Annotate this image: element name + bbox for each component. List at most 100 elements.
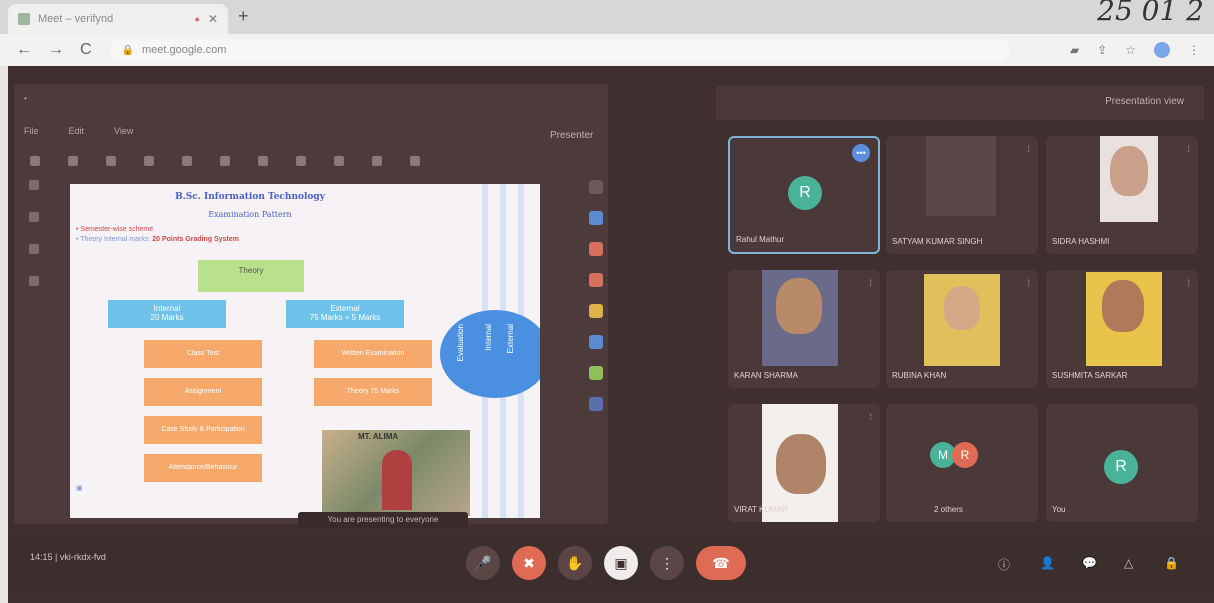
calendar-icon[interactable] (589, 180, 603, 194)
slide-thumb[interactable] (29, 244, 39, 254)
participant-name: SIDRA HASHMI (1052, 237, 1110, 246)
share-icon[interactable]: ⇪ (1097, 43, 1107, 57)
presentation-toolbar (24, 150, 584, 172)
menu-item[interactable]: View (114, 126, 133, 136)
presentation-menu: File Edit View (24, 126, 133, 136)
slide-bullet: • Theory Internal marks: 20 Points Gradi… (76, 236, 239, 243)
slide-vertical-label: Evaluation (456, 324, 465, 362)
slide-title: B.Sc. Information Technology (175, 192, 325, 202)
camera-permission-icon[interactable]: ▰ (1070, 43, 1079, 57)
addon-icon[interactable] (589, 397, 603, 411)
paint-icon[interactable] (144, 156, 154, 166)
zoom-icon[interactable] (182, 156, 192, 166)
slide-vertical-label: Internal (484, 324, 493, 351)
participant-tile[interactable]: ⁞ SUSHMITA SARKAR (1046, 270, 1198, 388)
textbox-icon[interactable] (258, 156, 268, 166)
participant-tile[interactable]: M R 2 others (886, 404, 1038, 522)
layout-label[interactable]: Presentation view (1105, 96, 1184, 107)
presenting-caption: You are presenting to everyone (298, 512, 468, 528)
slide-bullet: • Semester-wise scheme (76, 226, 154, 233)
mic-status-icon: ⁞ (869, 278, 872, 288)
participant-tile[interactable]: ⁞ SATYAM KUMAR SINGH (886, 136, 1038, 254)
participant-tile[interactable]: ⁞ VIRAT KUMAR (728, 404, 880, 522)
tab-close-icon[interactable]: ✕ (208, 12, 218, 26)
slide-orange-box: Theory 75 Marks (314, 378, 432, 406)
shape-icon[interactable] (334, 156, 344, 166)
info-icon[interactable]: ⓘ (998, 556, 1010, 573)
presenter-label: Presenter (550, 130, 594, 141)
url-field[interactable]: 🔒 meet.google.com (109, 39, 1010, 61)
contacts-icon[interactable] (589, 273, 603, 287)
keep-icon[interactable] (589, 211, 603, 225)
participant-tile[interactable]: ⁞ RUBINA KHAN (886, 270, 1038, 388)
mic-status-icon: ⁞ (869, 412, 872, 422)
slide-building-photo: MT. ALIMA (322, 430, 470, 516)
side-panel-icons (582, 180, 610, 510)
participant-name: SUSHMITA SARKAR (1052, 371, 1128, 380)
participant-tile[interactable]: R ••• Rahul Mathur (728, 136, 880, 254)
more-options-button[interactable]: ⋮ (650, 546, 684, 580)
slide-theory-box: Theory (198, 260, 304, 292)
redo-icon[interactable] (68, 156, 78, 166)
mic-button[interactable]: 🎤 (466, 546, 500, 580)
undo-icon[interactable] (30, 156, 40, 166)
activities-icon[interactable]: △ (1124, 556, 1133, 570)
browser-actions: ▰ ⇪ ☆ ⋮ (1070, 42, 1200, 58)
reload-button[interactable]: C (80, 41, 92, 59)
participant-tile[interactable]: R You (1046, 404, 1198, 522)
forward-button[interactable]: → (48, 41, 64, 59)
participant-name: 2 others (934, 505, 963, 514)
new-tab-button[interactable]: + (238, 6, 249, 27)
slide-orange-box: Attendance/Behaviour (144, 454, 262, 482)
slide-thumbnail-strip (20, 180, 48, 510)
raise-hand-button[interactable]: ✋ (558, 546, 592, 580)
avatar: R (788, 176, 822, 210)
tasks-icon[interactable] (589, 242, 603, 256)
participant-tile[interactable]: ⁞ KARAN SHARMA (728, 270, 880, 388)
slide-external-box: External 75 Marks + 5 Marks (286, 300, 404, 328)
slide-internal-box: Internal 20 Marks (108, 300, 226, 328)
line-icon[interactable] (372, 156, 382, 166)
cursor-icon[interactable] (220, 156, 230, 166)
browser-tab[interactable]: Meet – verifynd ● ✕ (8, 4, 228, 34)
browser-menu-icon[interactable]: ⋮ (1188, 43, 1200, 57)
maps-icon[interactable] (589, 304, 603, 318)
comment-icon[interactable] (410, 156, 420, 166)
camera-off-button[interactable]: ✖ (512, 546, 546, 580)
addon-icon[interactable] (589, 335, 603, 349)
url-text: meet.google.com (142, 44, 227, 56)
browser-addressbar: ← → C 🔒 meet.google.com ▰ ⇪ ☆ ⋮ (0, 34, 1214, 66)
people-icon[interactable]: 👤 (1040, 556, 1055, 570)
chat-icon[interactable]: 💬 (1082, 556, 1097, 570)
slide-orange-box: Written Examination (314, 340, 432, 368)
slide-orange-box: Class Test (144, 340, 262, 368)
slide-vertical-label: External (506, 324, 515, 354)
back-button[interactable]: ← (16, 41, 32, 59)
handwritten-date: 25 01 2 (1097, 0, 1204, 27)
participant-tile[interactable]: ⁞ SIDRA HASHMI (1046, 136, 1198, 254)
browser-tabbar: Meet – verifynd ● ✕ + 25 01 2 (0, 0, 1214, 34)
slide-thumb[interactable] (29, 180, 39, 190)
recording-indicator-icon: ● (194, 14, 200, 24)
addon-icon[interactable] (589, 366, 603, 380)
mic-status-icon: ⁞ (1027, 144, 1030, 154)
slide-orange-box: Assignment (144, 378, 262, 406)
slide-logo-icon: ▣ (76, 485, 83, 492)
avatar: R (952, 442, 978, 468)
video-feed (1086, 272, 1162, 366)
mic-status-icon: ⁞ (1187, 144, 1190, 154)
leave-call-button[interactable]: ☎ (696, 546, 746, 580)
host-controls-icon[interactable]: 🔒 (1164, 556, 1179, 570)
bookmark-star-icon[interactable]: ☆ (1125, 43, 1136, 57)
profile-avatar[interactable] (1154, 42, 1170, 58)
participant-name: SATYAM KUMAR SINGH (892, 237, 983, 246)
slide-thumb[interactable] (29, 212, 39, 222)
image-icon[interactable] (296, 156, 306, 166)
menu-item[interactable]: File (24, 126, 39, 136)
menu-item[interactable]: Edit (69, 126, 85, 136)
present-button[interactable]: ▣ (604, 546, 638, 580)
slide-thumb[interactable] (29, 276, 39, 286)
video-feed (926, 136, 996, 216)
print-icon[interactable] (106, 156, 116, 166)
participant-name: You (1052, 505, 1066, 514)
